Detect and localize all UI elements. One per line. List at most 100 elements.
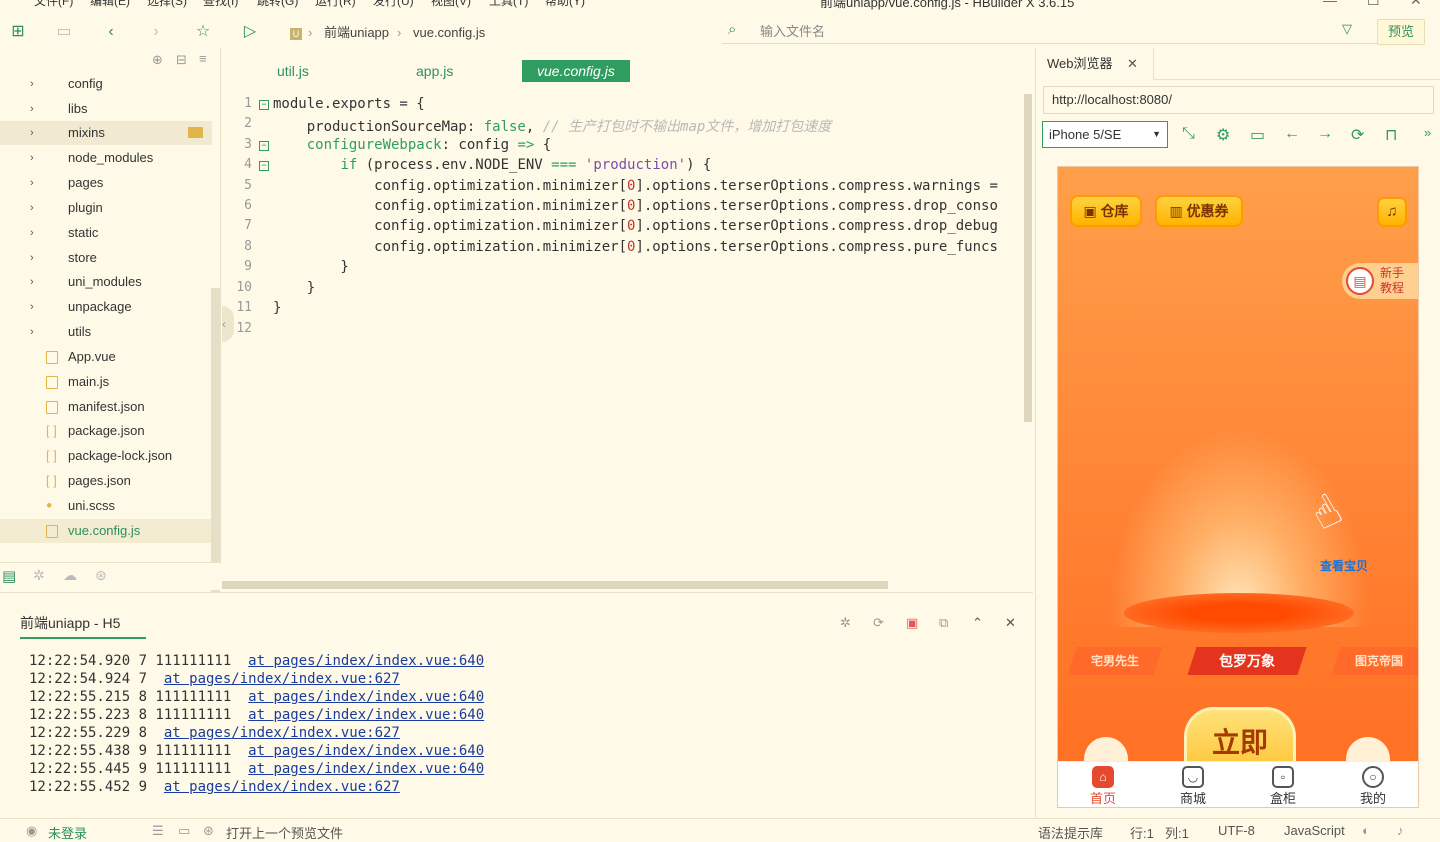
cloud-icon[interactable]: ☁ <box>63 567 77 584</box>
login-status[interactable]: 未登录 <box>48 823 87 842</box>
collapse-icon[interactable]: ⊟ <box>176 52 187 68</box>
view-item-link[interactable]: 查看宝贝 <box>1320 557 1368 574</box>
folder-view-icon[interactable]: ▤ <box>2 567 16 585</box>
tab-vue-config-js[interactable]: vue.config.js <box>522 60 630 82</box>
close-tab-icon[interactable]: ✕ <box>1127 48 1138 80</box>
preview-history-hint[interactable]: 打开上一个预览文件 <box>226 823 343 842</box>
music-button[interactable]: ♫ <box>1377 197 1407 227</box>
device-select[interactable]: iPhone 5/SE ▼ <box>1042 121 1168 148</box>
log-source-link[interactable]: at pages/index/index.vue:627 <box>164 725 400 741</box>
log-source-link[interactable]: at pages/index/index.vue:640 <box>248 653 484 669</box>
nav-back-icon[interactable]: ← <box>1284 125 1300 143</box>
tutorial-button[interactable]: ▤ 新手教程 <box>1342 263 1418 299</box>
filter-icon[interactable]: ▽ <box>1342 21 1352 37</box>
menu-publish[interactable]: 发行(U) <box>373 0 414 9</box>
tree-file-uni-scss[interactable]: ꔷ uni.scss <box>0 494 212 518</box>
tree-folder-pages[interactable]: › pages <box>0 171 212 195</box>
category-empire[interactable]: 图克帝国 <box>1331 647 1418 675</box>
menu-find[interactable]: 查找(I) <box>203 0 238 9</box>
clear-console-icon[interactable]: ✕ <box>1005 615 1016 631</box>
fold-toggle-icon[interactable]: − <box>259 141 269 151</box>
terminal-icon[interactable]: ▭ <box>178 823 190 839</box>
locate-icon[interactable]: ⊕ <box>152 52 163 68</box>
menu-goto[interactable]: 跳转(G) <box>257 0 298 9</box>
tree-folder-uni-modules[interactable]: › uni_modules <box>0 270 212 294</box>
coupon-button[interactable]: ▥ 优惠券 <box>1155 195 1243 227</box>
settings-gear-icon[interactable]: ⚙ <box>1216 125 1230 145</box>
category-otaku[interactable]: 宅男先生 <box>1067 647 1163 675</box>
fold-toggle-icon[interactable]: − <box>259 161 269 171</box>
export-icon[interactable]: ⧉ <box>939 615 948 631</box>
tab-mall[interactable]: ◡ 商城 <box>1158 762 1228 807</box>
debug-icon[interactable]: ✲ <box>840 615 851 631</box>
url-input[interactable]: http://localhost:8080/ <box>1043 86 1434 114</box>
forward-icon[interactable]: › <box>146 22 166 42</box>
log-source-link[interactable]: at pages/index/index.vue:640 <box>248 761 484 777</box>
menu-select[interactable]: 选择(S) <box>147 0 187 9</box>
minimize-icon[interactable]: — <box>1323 0 1337 8</box>
menu-help[interactable]: 帮助(Y) <box>545 0 585 9</box>
menu-tools[interactable]: 工具(T) <box>489 0 528 9</box>
editor-vertical-scrollbar[interactable] <box>1024 94 1032 422</box>
tree-file-main-js[interactable]: main.js <box>0 370 212 394</box>
nav-forward-icon[interactable]: → <box>1317 125 1333 143</box>
maximize-icon[interactable]: ☐ <box>1367 0 1380 9</box>
tree-file-package-json[interactable]: [ ] package.json <box>0 419 212 443</box>
tree-folder-config[interactable]: › config <box>0 72 212 96</box>
console-tab[interactable]: 前端uniapp - H5 <box>20 613 146 639</box>
tab-util-js[interactable]: util.js <box>277 60 309 82</box>
preview-history-icon[interactable]: ⊛ <box>203 823 214 839</box>
menu-file[interactable]: 文件(F) <box>34 0 73 9</box>
tree-folder-mixins[interactable]: › mixins <box>0 121 212 145</box>
tree-folder-store[interactable]: › store <box>0 246 212 270</box>
menu-run[interactable]: 运行(R) <box>315 0 356 9</box>
cursor-column[interactable]: 列:1 <box>1165 823 1189 842</box>
tree-file-vue-config-js[interactable]: vue.config.js <box>0 519 212 543</box>
tree-file-pages-json[interactable]: [ ] pages.json <box>0 469 212 493</box>
refresh-icon[interactable]: ⟳ <box>1351 125 1364 145</box>
more-icon[interactable]: » <box>1424 125 1431 140</box>
editor-horizontal-scrollbar[interactable] <box>222 581 888 589</box>
new-file-icon[interactable]: ⊞ <box>8 22 28 42</box>
language-mode[interactable]: JavaScript <box>1284 823 1345 838</box>
tree-folder-plugin[interactable]: › plugin <box>0 196 212 220</box>
run-icon[interactable]: ▷ <box>240 22 260 42</box>
tree-file-app-vue[interactable]: App.vue <box>0 345 212 369</box>
rotate-icon[interactable]: ⤡ <box>1182 125 1195 143</box>
update-icon[interactable]: ◐ <box>1362 823 1370 838</box>
tab-app-js[interactable]: app.js <box>416 60 453 82</box>
log-source-link[interactable]: at pages/index/index.vue:627 <box>164 779 400 795</box>
breadcrumb-project[interactable]: 前端uniapp <box>324 25 389 40</box>
log-source-link[interactable]: at pages/index/index.vue:640 <box>248 743 484 759</box>
code-editor[interactable]: util.js app.js vue.config.js 1 2 3 4 5 6… <box>222 48 1033 590</box>
tree-file-package-lock-json[interactable]: [ ] package-lock.json <box>0 444 212 468</box>
menu-view[interactable]: 视图(V) <box>431 0 471 9</box>
category-all[interactable]: 包罗万象 <box>1187 647 1307 675</box>
collapse-sidebar-icon[interactable]: ‹ <box>222 306 234 342</box>
chevron-up-icon[interactable]: ⌃ <box>972 615 983 631</box>
close-window-icon[interactable]: ✕ <box>1410 0 1422 9</box>
preview-button[interactable]: 预览 <box>1377 19 1425 45</box>
list-icon[interactable]: ☰ <box>152 823 164 839</box>
tab-cabinet[interactable]: ▫ 盒柜 <box>1248 762 1318 807</box>
stop-icon[interactable]: ▣ <box>906 615 918 631</box>
lock-icon[interactable]: ⊓ <box>1385 125 1397 145</box>
file-encoding[interactable]: UTF-8 <box>1218 823 1255 838</box>
tree-folder-libs[interactable]: › libs <box>0 97 212 121</box>
browser-tab[interactable]: Web浏览器 ✕ <box>1036 48 1154 80</box>
log-source-link[interactable]: at pages/index/index.vue:640 <box>248 689 484 705</box>
tab-home[interactable]: ⌂ 首页 <box>1068 762 1138 807</box>
tab-mine[interactable]: ○ 我的 <box>1338 762 1408 807</box>
restart-icon[interactable]: ⟳ <box>873 615 884 631</box>
log-source-link[interactable]: at pages/index/index.vue:640 <box>248 707 484 723</box>
menu-edit[interactable]: 编辑(E) <box>90 0 130 9</box>
tree-folder-utils[interactable]: › utils <box>0 320 212 344</box>
file-search-input[interactable] <box>760 22 1320 40</box>
menu-icon[interactable]: ≡ <box>199 51 207 66</box>
log-source-link[interactable]: at pages/index/index.vue:627 <box>164 671 400 687</box>
tree-folder-node-modules[interactable]: › node_modules <box>0 146 212 170</box>
notification-bell-icon[interactable]: ♪ <box>1397 823 1404 838</box>
breadcrumb-file[interactable]: vue.config.js <box>413 25 485 40</box>
syntax-library[interactable]: 语法提示库 <box>1038 823 1103 842</box>
favorite-star-icon[interactable]: ☆ <box>193 22 213 42</box>
